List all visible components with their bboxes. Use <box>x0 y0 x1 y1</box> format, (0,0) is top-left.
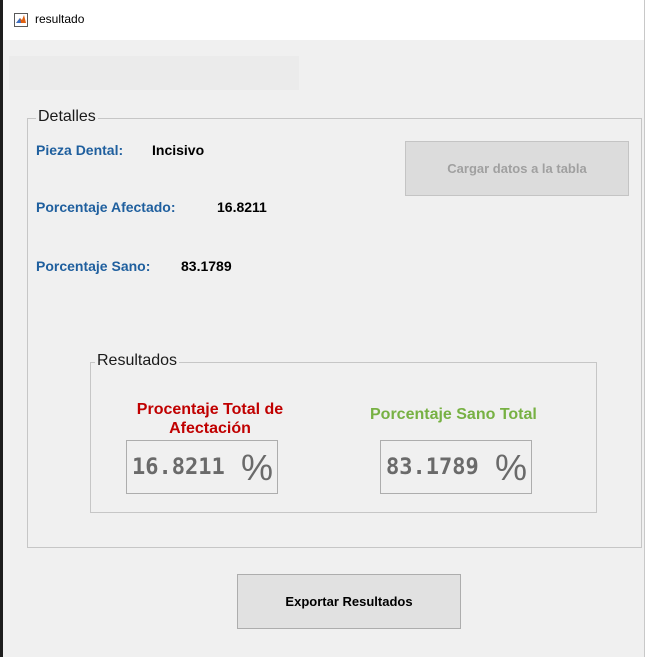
sano-total-percent: % <box>495 447 528 488</box>
window-title: resultado <box>35 12 85 26</box>
sano-total-value: 83.1789 <box>386 455 479 480</box>
total-afectacion-value: 16.8211 <box>132 455 225 480</box>
total-afectacion-title: Procentaje Total de Afectación <box>136 401 284 437</box>
pieza-dental-value: Incisivo <box>152 142 205 158</box>
sano-total-display: 83.1789 % <box>380 440 532 494</box>
porcentaje-sano-value: 83.1789 <box>181 258 232 274</box>
title-bar: resultado <box>3 0 644 40</box>
detalles-panel-title: Detalles <box>36 108 98 126</box>
porcentaje-sano-label: Porcentaje Sano: <box>36 258 151 274</box>
porcentaje-afectado-label: Porcentaje Afectado: <box>36 199 176 215</box>
total-afectacion-display: 16.8211 % <box>126 440 278 494</box>
exportar-resultados-button[interactable]: Exportar Resultados <box>237 574 461 629</box>
resultados-panel-title: Resultados <box>95 352 180 370</box>
total-afectacion-percent: % <box>241 447 274 488</box>
toolbar-area <box>9 56 299 90</box>
figure-window: resultado Detalles Pieza Dental: Incisiv… <box>0 0 645 657</box>
cargar-datos-button[interactable]: Cargar datos a la tabla <box>405 141 629 196</box>
sano-total-title: Porcentaje Sano Total <box>370 406 537 423</box>
pieza-dental-label: Pieza Dental: <box>36 142 124 158</box>
matlab-icon <box>14 13 28 27</box>
porcentaje-afectado-value: 16.8211 <box>217 199 267 215</box>
